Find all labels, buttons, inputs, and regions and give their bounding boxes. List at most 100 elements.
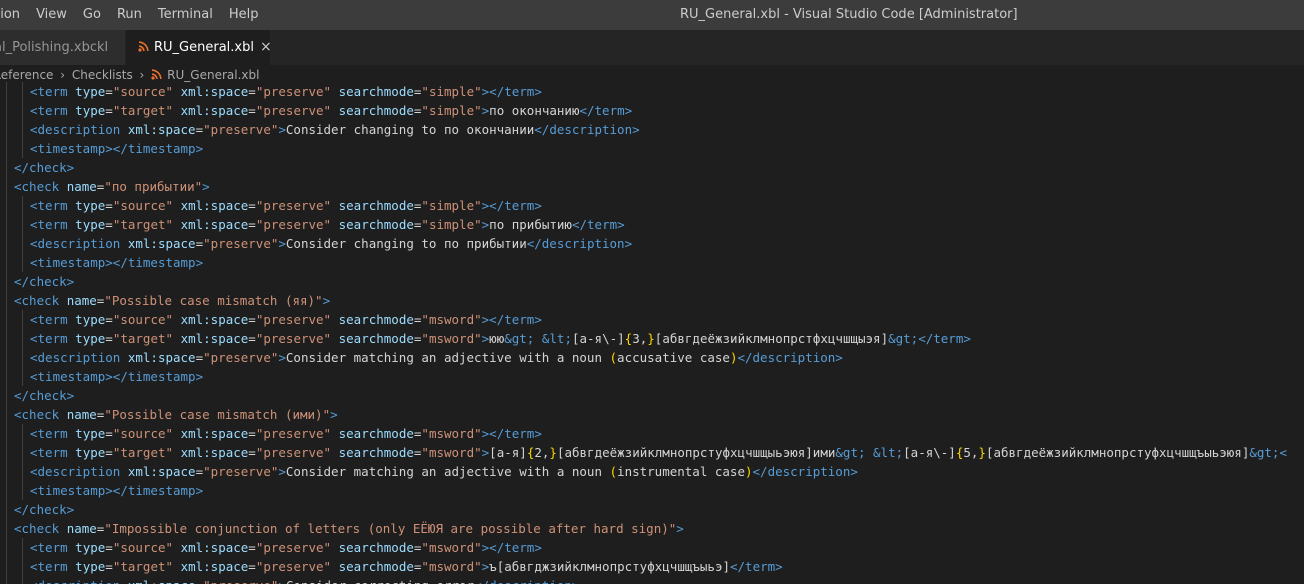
code-line[interactable]: </check> — [0, 158, 1304, 177]
code-token: xml:space — [127, 464, 196, 479]
code-editor[interactable]: <term type="source" xml:space="preserve"… — [0, 82, 1304, 584]
code-token: searchmode — [338, 84, 414, 99]
menu-help[interactable]: Help — [221, 0, 267, 30]
code-token: </term> — [489, 84, 542, 99]
menu-go[interactable]: Go — [75, 0, 109, 30]
code-line[interactable]: <term type="target" xml:space="preserve"… — [0, 329, 1304, 348]
code-token: Consider changing to по прибытии — [285, 236, 527, 251]
code-line[interactable]: <timestamp></timestamp> — [0, 367, 1304, 386]
code-text: <description xml:space="preserve">Consid… — [30, 576, 579, 584]
code-token: "source" — [112, 426, 174, 441]
code-line[interactable]: <description xml:space="preserve">Consid… — [0, 348, 1304, 367]
code-token: = — [195, 350, 204, 365]
code-token: Consider correcting error — [286, 578, 474, 584]
code-line[interactable]: <term type="source" xml:space="preserve"… — [0, 310, 1304, 329]
code-token: </term> — [489, 426, 542, 441]
code-token: "preserve" — [203, 236, 279, 251]
breadcrumb-reference[interactable]: Reference — [0, 68, 53, 82]
code-token: </timestamp> — [112, 255, 204, 270]
code-token: searchmode — [338, 312, 414, 327]
code-line[interactable]: </check> — [0, 500, 1304, 519]
code-token: = — [195, 464, 204, 479]
code-line[interactable]: <check name="Impossible conjunction of l… — [0, 519, 1304, 538]
code-line[interactable]: <description xml:space="preserve">Consid… — [0, 576, 1304, 584]
code-line[interactable]: <term type="target" xml:space="preserve"… — [0, 557, 1304, 576]
code-token: </term> — [571, 217, 625, 232]
code-line[interactable]: <term type="source" xml:space="preserve"… — [0, 538, 1304, 557]
code-token: type — [75, 559, 106, 574]
tab-polishing[interactable]: al_Polishing.xbckl — [0, 30, 126, 65]
code-line[interactable]: <check name="по прибытии"> — [0, 177, 1304, 196]
code-line[interactable]: <description xml:space="preserve">Consid… — [0, 462, 1304, 481]
code-line[interactable]: <term type="source" xml:space="preserve"… — [0, 196, 1304, 215]
tab-ru-general[interactable]: RU_General.xbl × — [126, 30, 272, 65]
code-token: searchmode — [338, 426, 414, 441]
code-line[interactable]: <term type="target" xml:space="preserve"… — [0, 101, 1304, 120]
code-token: > — [676, 521, 684, 536]
code-token: type — [75, 217, 106, 232]
indent-guide — [22, 481, 23, 500]
code-line[interactable]: <check name="Possible case mismatch (яя)… — [0, 291, 1304, 310]
indent-guide — [6, 500, 7, 519]
code-token: "target" — [112, 331, 174, 346]
code-token: "preserve" — [255, 103, 332, 118]
close-icon[interactable]: × — [260, 30, 272, 65]
tab-bar: al_Polishing.xbckl RU_General.xbl × — [0, 30, 1304, 65]
menu-terminal[interactable]: Terminal — [150, 0, 221, 30]
code-token: "Possible case mismatch (ими)" — [104, 407, 331, 422]
indent-guide — [22, 82, 23, 101]
code-text: </check> — [14, 386, 74, 405]
indent-guide — [22, 538, 23, 557]
indent-guide — [22, 557, 23, 576]
code-token: </term> — [579, 103, 633, 118]
indent-guide — [6, 386, 7, 405]
code-line[interactable]: <timestamp></timestamp> — [0, 253, 1304, 272]
code-token: = — [248, 540, 256, 555]
code-line[interactable]: <term type="source" xml:space="preserve"… — [0, 82, 1304, 101]
menu-view[interactable]: View — [28, 0, 75, 30]
code-token: } — [647, 331, 655, 346]
menu-selection[interactable]: ction — [0, 0, 28, 30]
code-text: <term type="source" xml:space="preserve"… — [30, 424, 542, 443]
code-token: xml:space — [127, 236, 196, 251]
code-token: <term — [30, 198, 68, 213]
breadcrumb-file[interactable]: RU_General.xbl — [167, 68, 259, 82]
indent-guide — [6, 253, 7, 272]
breadcrumb-checklists[interactable]: Checklists — [72, 68, 133, 82]
code-token: "msword" — [421, 426, 482, 441]
code-token: <timestamp> — [30, 255, 113, 270]
code-token: xml:space — [180, 331, 249, 346]
code-line[interactable]: <term type="target" xml:space="preserve"… — [0, 215, 1304, 234]
code-line[interactable]: <check name="Possible case mismatch (ими… — [0, 405, 1304, 424]
code-line[interactable]: <description xml:space="preserve">Consid… — [0, 234, 1304, 253]
code-token: = — [248, 198, 256, 213]
code-line[interactable]: <term type="source" xml:space="preserve"… — [0, 424, 1304, 443]
code-token: <term — [30, 331, 68, 346]
code-token: &gt; — [1249, 445, 1280, 460]
code-line[interactable]: </check> — [0, 272, 1304, 291]
code-token: = — [196, 578, 204, 584]
code-line[interactable]: <description xml:space="preserve">Consid… — [0, 120, 1304, 139]
indent-guide — [6, 272, 7, 291]
code-token: <description — [30, 578, 120, 584]
code-token: "simple" — [421, 198, 482, 213]
code-token: </check> — [14, 388, 75, 403]
code-token: по прибытию — [489, 217, 572, 232]
indent-guide — [6, 329, 7, 348]
code-line[interactable]: <term type="target" xml:space="preserve"… — [0, 443, 1304, 462]
indent-guide — [6, 443, 7, 462]
code-token: <check — [14, 293, 60, 308]
code-line[interactable]: <timestamp></timestamp> — [0, 481, 1304, 500]
code-token: searchmode — [338, 445, 414, 460]
code-token: = — [105, 445, 113, 460]
code-token: <term — [30, 426, 68, 441]
code-token: "msword" — [421, 331, 482, 346]
code-line[interactable]: <timestamp></timestamp> — [0, 139, 1304, 158]
code-line[interactable]: </check> — [0, 386, 1304, 405]
menu-run[interactable]: Run — [109, 0, 150, 30]
